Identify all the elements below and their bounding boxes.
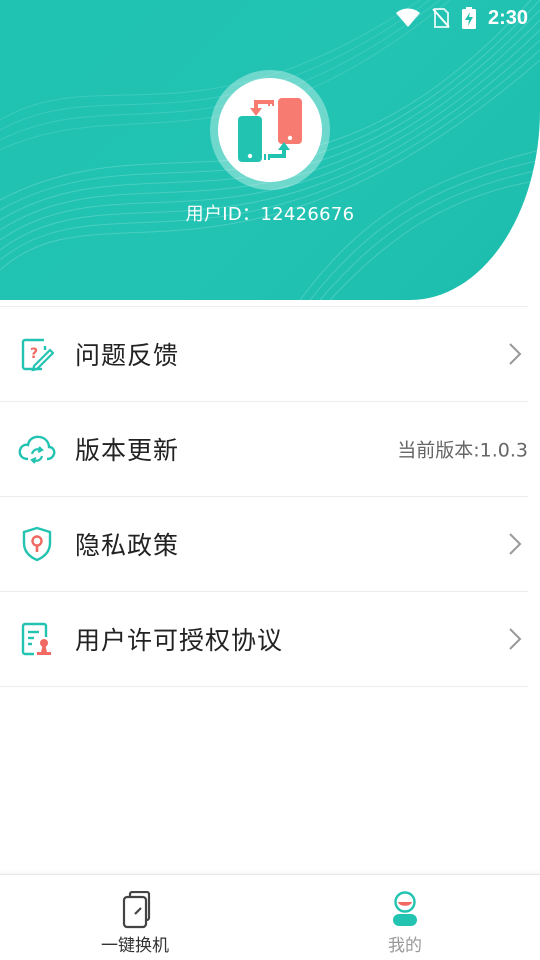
- menu-item-version-update[interactable]: 版本更新 当前版本:1.0.3: [0, 402, 528, 497]
- bottom-navigation: 一键换机 我的: [0, 874, 540, 960]
- status-bar: 2:30: [0, 0, 540, 36]
- profile-icon: [393, 891, 417, 926]
- status-time: 2:30: [487, 6, 528, 29]
- chevron-right-icon: [509, 343, 522, 365]
- menu-item-label: 隐私政策: [75, 531, 180, 560]
- chevron-right-icon: [509, 533, 522, 555]
- user-id: 用户ID：12426676: [0, 200, 540, 226]
- profile-header: 2:30 用户ID：12426676: [0, 0, 540, 300]
- nav-item-profile[interactable]: 我的: [270, 875, 540, 960]
- wifi-icon: [395, 8, 420, 27]
- cloud-sync-icon: [18, 430, 56, 468]
- user-id-value: 12426676: [260, 204, 355, 225]
- phone-transfer-icon: [122, 891, 151, 929]
- nav-label: 一键换机: [101, 936, 169, 956]
- battery-charging-icon: [461, 7, 476, 29]
- svg-text:?: ?: [30, 346, 38, 362]
- current-version-text: 当前版本:1.0.3: [397, 439, 528, 462]
- feedback-icon: ?: [18, 335, 56, 373]
- chevron-right-icon: [509, 628, 522, 650]
- license-document-icon: [18, 620, 56, 658]
- no-sim-icon: [432, 8, 450, 28]
- phone-transfer-logo-icon: [238, 98, 302, 162]
- nav-label: 我的: [388, 936, 422, 956]
- settings-menu: ? 问题反馈 版本更新 当前版本:1.0.3 隐私政策 用户许可授权协议: [0, 307, 528, 687]
- menu-item-user-license[interactable]: 用户许可授权协议: [0, 592, 528, 687]
- shield-icon: [18, 525, 56, 563]
- nav-item-phone-transfer[interactable]: 一键换机: [0, 875, 270, 960]
- menu-item-label: 用户许可授权协议: [75, 626, 284, 655]
- menu-item-privacy-policy[interactable]: 隐私政策: [0, 497, 528, 592]
- menu-item-label: 版本更新: [75, 436, 180, 465]
- menu-item-label: 问题反馈: [75, 341, 180, 370]
- user-id-label: 用户ID：: [185, 204, 261, 225]
- menu-item-feedback[interactable]: ? 问题反馈: [0, 307, 528, 402]
- avatar: [210, 70, 330, 190]
